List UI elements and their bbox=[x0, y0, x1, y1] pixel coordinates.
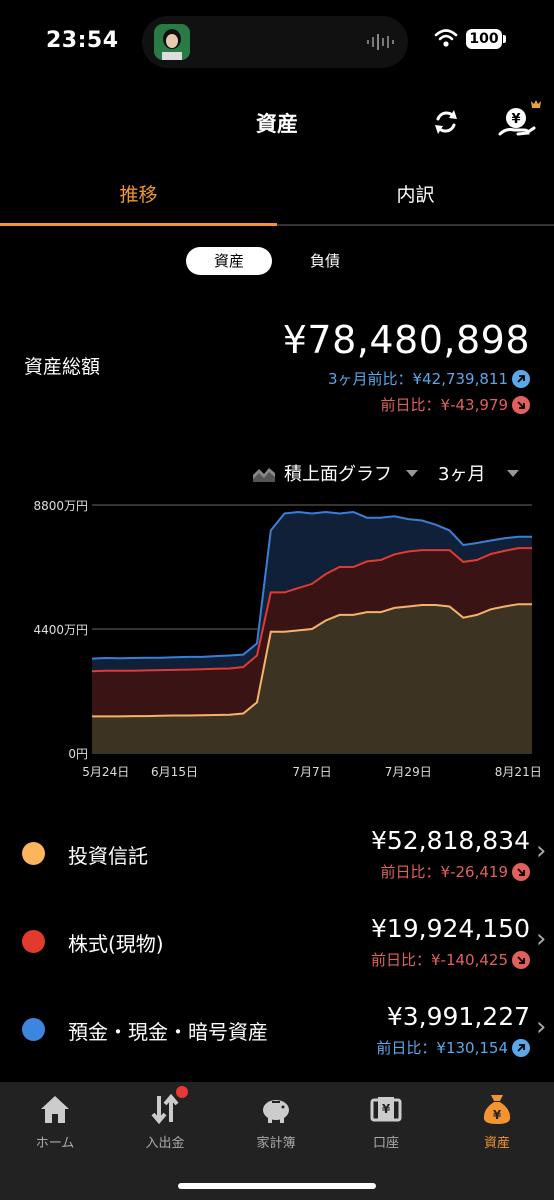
category-compare: 前日比：¥-140,425 bbox=[371, 949, 530, 970]
refresh-icon[interactable] bbox=[430, 106, 462, 138]
y-tick-label: 4400万円 bbox=[33, 623, 88, 637]
arrow-up-right-icon bbox=[512, 369, 530, 388]
arrow-down-right-icon bbox=[512, 862, 530, 881]
total-assets-value: ¥78,480,898 bbox=[282, 318, 530, 362]
category-compare: 前日比：¥130,154 bbox=[376, 1037, 530, 1058]
nav-household-label: 家計簿 bbox=[256, 1136, 296, 1151]
nav-home[interactable]: ホーム bbox=[0, 1092, 110, 1151]
audio-wave-icon bbox=[367, 34, 394, 50]
x-tick-label: 5月24日 bbox=[82, 765, 129, 779]
prev-day-compare-text: 前日比：¥-43,979 bbox=[380, 396, 508, 414]
category-name: 投資信託 bbox=[68, 844, 148, 868]
category-name: 預金・現金・暗号資産 bbox=[68, 1020, 268, 1044]
notification-badge bbox=[176, 1086, 188, 1098]
status-time: 23:54 bbox=[46, 28, 119, 53]
nav-assets[interactable]: ¥ 資産 bbox=[442, 1092, 552, 1151]
category-color-dot bbox=[22, 930, 45, 953]
arrow-down-right-icon bbox=[512, 395, 530, 414]
bank-card-icon: ¥ bbox=[370, 1097, 402, 1122]
chevron-down-icon bbox=[507, 469, 520, 477]
nav-accounts[interactable]: ¥ 口座 bbox=[331, 1092, 441, 1151]
area-chart-icon bbox=[253, 468, 275, 482]
home-indicator bbox=[178, 1183, 376, 1189]
chevron-right-icon: › bbox=[536, 924, 547, 954]
category-value: ¥52,818,834 bbox=[370, 826, 530, 855]
segment-assets[interactable]: 資産 bbox=[186, 247, 272, 275]
chart-type-selector[interactable]: 積上面グラフ bbox=[252, 460, 418, 486]
transfer-arrows-icon bbox=[151, 1093, 179, 1125]
piggy-bank-icon bbox=[263, 1100, 289, 1123]
tab-trend[interactable]: 推移 bbox=[0, 180, 277, 207]
chevron-right-icon: › bbox=[536, 836, 547, 866]
period-selector[interactable]: 3ヶ月 bbox=[438, 460, 520, 486]
category-name: 株式(現物) bbox=[68, 932, 164, 956]
nav-assets-label: 資産 bbox=[483, 1136, 510, 1151]
category-value: ¥3,991,227 bbox=[386, 1002, 530, 1031]
battery-indicator: 100 bbox=[466, 29, 502, 49]
tab-active-indicator bbox=[0, 223, 277, 226]
chevron-right-icon: › bbox=[536, 1012, 547, 1042]
chart-type-label: 積上面グラフ bbox=[284, 464, 392, 485]
home-icon bbox=[41, 1096, 69, 1123]
chevron-down-icon bbox=[406, 469, 418, 477]
premium-yen-icon[interactable]: ¥ bbox=[498, 100, 542, 142]
nav-home-label: ホーム bbox=[35, 1136, 75, 1151]
arrow-down-right-icon bbox=[512, 950, 530, 969]
tab-breakdown[interactable]: 内訳 bbox=[277, 180, 554, 207]
x-tick-label: 8月21日 bbox=[495, 765, 542, 779]
category-compare-text: 前日比：¥-140,425 bbox=[371, 951, 508, 969]
x-tick-label: 7月29日 bbox=[385, 765, 432, 779]
money-bag-icon: ¥ bbox=[483, 1095, 511, 1124]
svg-text:¥: ¥ bbox=[382, 1102, 391, 1116]
asset-area-chart[interactable]: 8800万円 4400万円 0円 5月24日 6月15日 7月7日 7月29日 8月21日 bbox=[0, 490, 554, 790]
page-title: 資産 bbox=[256, 112, 298, 136]
category-compare: 前日比：¥-26,419 bbox=[381, 861, 530, 882]
nav-transactions-label: 入出金 bbox=[145, 1136, 185, 1151]
x-tick-label: 7月7日 bbox=[292, 765, 331, 779]
category-color-dot bbox=[22, 842, 45, 865]
three-month-compare: 3ヶ月前比：¥42,739,811 bbox=[328, 368, 530, 389]
nav-household[interactable]: 家計簿 bbox=[221, 1092, 331, 1151]
y-tick-label: 8800万円 bbox=[33, 499, 88, 513]
now-playing-artwork[interactable] bbox=[154, 24, 190, 60]
prev-day-compare: 前日比：¥-43,979 bbox=[381, 394, 530, 415]
category-compare-text: 前日比：¥130,154 bbox=[376, 1039, 508, 1057]
svg-text:¥: ¥ bbox=[511, 112, 520, 127]
category-value: ¥19,924,150 bbox=[370, 914, 530, 943]
y-tick-label: 0円 bbox=[68, 747, 88, 761]
category-color-dot bbox=[22, 1018, 45, 1041]
nav-accounts-label: 口座 bbox=[372, 1136, 399, 1151]
period-label: 3ヶ月 bbox=[438, 464, 486, 485]
x-tick-label: 6月15日 bbox=[151, 765, 198, 779]
wifi-icon bbox=[434, 29, 458, 47]
nav-transactions[interactable]: 入出金 bbox=[110, 1092, 220, 1151]
segment-liabilities[interactable]: 負債 bbox=[282, 247, 368, 275]
battery-tip bbox=[503, 35, 506, 43]
category-compare-text: 前日比：¥-26,419 bbox=[380, 863, 508, 881]
svg-text:¥: ¥ bbox=[493, 1108, 502, 1122]
arrow-up-right-icon bbox=[512, 1038, 530, 1057]
three-month-compare-text: 3ヶ月前比：¥42,739,811 bbox=[328, 370, 508, 388]
total-assets-label: 資産総額 bbox=[24, 356, 101, 378]
